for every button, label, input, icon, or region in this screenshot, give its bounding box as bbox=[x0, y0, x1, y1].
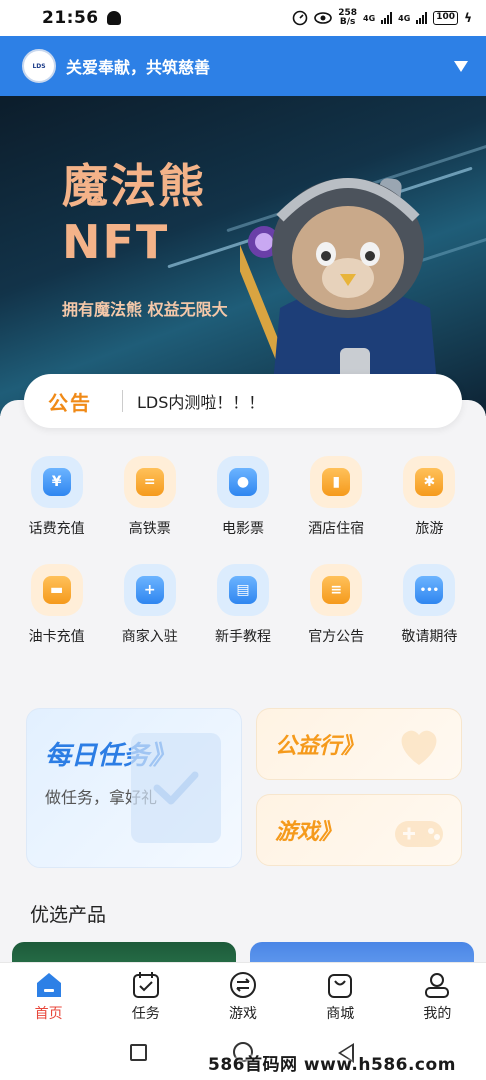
grid-item-coming-soon[interactable]: ••• 敬请期待 bbox=[383, 564, 476, 646]
game-card[interactable]: 游戏》 bbox=[256, 794, 462, 866]
grid-label: 酒店住宿 bbox=[308, 521, 365, 537]
film-reel-icon: ● bbox=[216, 456, 269, 508]
grid-label: 敬请期待 bbox=[401, 629, 458, 645]
grid-label: 高铁票 bbox=[128, 521, 171, 537]
banner-title-line2: NFT bbox=[62, 215, 170, 269]
grid-item-movie-ticket[interactable]: ● 电影票 bbox=[196, 456, 289, 538]
recent-apps-button[interactable] bbox=[130, 1044, 147, 1061]
gamepad-icon bbox=[395, 821, 443, 847]
grid-item-tutorial[interactable]: ▤ 新手教程 bbox=[196, 564, 289, 646]
grid-label: 新手教程 bbox=[214, 629, 271, 645]
tab-label: 游戏 bbox=[229, 1006, 257, 1022]
network-type-2: 4G bbox=[398, 13, 411, 23]
bottom-tab-bar: 首页 任务 游戏 商城 我的 bbox=[0, 962, 486, 1026]
signal-icon-1 bbox=[381, 12, 393, 24]
train-ticket-icon: = bbox=[123, 456, 176, 508]
charity-card[interactable]: 公益行》 bbox=[256, 708, 462, 780]
grid-label: 旅游 bbox=[415, 521, 444, 537]
status-indicators: 258 B/s 4G 4G 100 ϟ bbox=[292, 9, 472, 27]
dropdown-arrow-icon[interactable] bbox=[454, 60, 468, 72]
org-logo: LDS bbox=[22, 49, 56, 83]
featured-products-title: 优选产品 bbox=[30, 904, 107, 926]
grid-item-travel[interactable]: ✱ 旅游 bbox=[383, 456, 476, 538]
announcement-text: LDS内测啦！！！ bbox=[137, 393, 265, 412]
grid-label: 油卡充值 bbox=[28, 629, 85, 645]
tab-label: 任务 bbox=[131, 1006, 160, 1022]
profile-icon bbox=[425, 973, 450, 998]
palm-tree-icon: ✱ bbox=[403, 456, 456, 508]
grid-label: 话费充值 bbox=[28, 521, 85, 537]
checkmark-icon bbox=[131, 733, 221, 843]
fuel-card-icon: ▬ bbox=[30, 564, 83, 616]
service-grid: ¥ 话费充值 = 高铁票 ● 电影票 ▮ 酒店住宿 ✱ 旅游 ▬ 油卡充值 + … bbox=[10, 456, 476, 646]
hotel-icon: ▮ bbox=[310, 456, 363, 508]
announcement-divider bbox=[122, 390, 123, 412]
tab-label: 商城 bbox=[326, 1006, 355, 1022]
charging-icon: ϟ bbox=[464, 11, 472, 25]
announcement-tag: 公告 bbox=[48, 390, 92, 415]
header-title: 关爱奉献，共筑慈善 bbox=[66, 58, 211, 77]
merchant-join-icon: + bbox=[123, 564, 176, 616]
network-type-1: 4G bbox=[363, 13, 376, 23]
game-exchange-icon bbox=[230, 972, 256, 998]
grid-item-fuel-card[interactable]: ▬ 油卡充值 bbox=[10, 564, 103, 646]
tab-label: 我的 bbox=[423, 1006, 452, 1022]
site-watermark: 586首码网 www.h586.com bbox=[208, 1055, 456, 1075]
phone-recharge-icon: ¥ bbox=[30, 456, 83, 508]
signal-icon-2 bbox=[416, 12, 428, 24]
grid-label: 电影票 bbox=[221, 521, 264, 537]
speed-gauge-icon bbox=[292, 10, 308, 26]
grid-item-hotel[interactable]: ▮ 酒店住宿 bbox=[290, 456, 383, 538]
announcement-bar[interactable]: 公告 LDS内测啦！！！ bbox=[24, 374, 462, 428]
tab-profile[interactable]: 我的 bbox=[389, 963, 486, 1026]
net-speed: 258 B/s bbox=[338, 9, 357, 27]
grid-item-phone-recharge[interactable]: ¥ 话费充值 bbox=[10, 456, 103, 538]
banner-subtitle: 拥有魔法熊 权益无限大 bbox=[62, 300, 228, 319]
heart-hand-icon bbox=[401, 730, 437, 765]
grid-label: 商家入驻 bbox=[121, 629, 178, 645]
battery-level: 100 bbox=[433, 11, 459, 25]
logo-text: LDS bbox=[32, 62, 46, 70]
charity-title: 公益行》 bbox=[275, 734, 364, 759]
tutorial-book-icon: ▤ bbox=[216, 564, 269, 616]
tab-tasks[interactable]: 任务 bbox=[97, 963, 194, 1026]
shop-bag-icon bbox=[328, 974, 353, 998]
banner-title-line1: 魔法熊 bbox=[62, 159, 206, 213]
tab-home[interactable]: 首页 bbox=[0, 963, 97, 1026]
grid-item-train-ticket[interactable]: = 高铁票 bbox=[103, 456, 196, 538]
more-dots-icon: ••• bbox=[403, 564, 456, 616]
grid-item-merchant-join[interactable]: + 商家入驻 bbox=[103, 564, 196, 646]
status-bar: 21:56 258 B/s 4G 4G 100 ϟ bbox=[0, 0, 486, 36]
tab-games[interactable]: 游戏 bbox=[194, 963, 291, 1026]
grid-label: 官方公告 bbox=[308, 629, 365, 645]
eye-icon bbox=[314, 12, 333, 24]
app-header: LDS 关爱奉献，共筑慈善 bbox=[0, 36, 486, 96]
banner-title: 魔法熊 NFT bbox=[62, 158, 206, 270]
home-icon bbox=[36, 973, 61, 997]
notification-icon bbox=[106, 11, 121, 25]
game-title: 游戏》 bbox=[275, 820, 342, 845]
official-notice-icon: ≡ bbox=[310, 564, 363, 616]
daily-task-card[interactable]: 每日任务》 做任务，拿好礼 bbox=[26, 708, 242, 868]
tab-shop[interactable]: 商城 bbox=[292, 963, 389, 1026]
grid-item-official-notice[interactable]: ≡ 官方公告 bbox=[290, 564, 383, 646]
promo-banner[interactable]: 魔法熊 NFT 拥有魔法熊 权益无限大 bbox=[0, 96, 486, 416]
task-calendar-icon bbox=[132, 972, 159, 998]
tab-label: 首页 bbox=[34, 1006, 63, 1022]
net-speed-unit: B/s bbox=[339, 17, 356, 27]
status-time: 21:56 bbox=[42, 8, 99, 28]
